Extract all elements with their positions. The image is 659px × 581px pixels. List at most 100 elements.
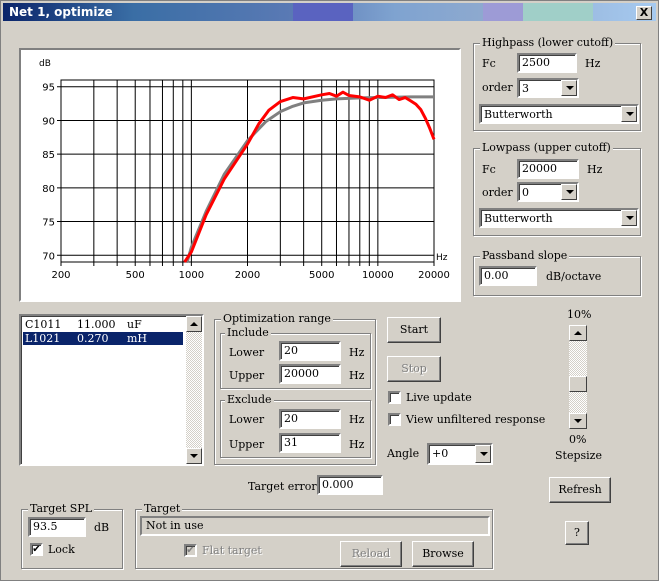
exclude-lower-input[interactable]: 20 — [279, 409, 341, 429]
live-update-label[interactable]: Live update — [406, 391, 472, 404]
frequency-response-graph: 70 75 80 85 90 95 200 500 1000 2000 5000 10000 20000… — [19, 48, 461, 302]
exclude-upper-input[interactable]: 31 — [279, 433, 341, 453]
highpass-order-select[interactable]: 3 — [517, 78, 579, 98]
y-tick-label: 70 — [42, 251, 55, 262]
passband-slope-group: Passband slope 0.00 dB/octave — [473, 249, 641, 296]
list-item[interactable]: C1011 11.000 uF — [23, 318, 183, 331]
list-scrollbar[interactable] — [186, 316, 202, 464]
component-name: C1011 — [25, 318, 62, 331]
stepsize-up-button[interactable] — [569, 325, 587, 341]
stepsize-thumb[interactable] — [569, 375, 587, 392]
stepsize-slider[interactable] — [569, 325, 587, 429]
lowpass-type-select[interactable]: Butterworth — [479, 208, 639, 228]
component-value: 11.000 — [77, 318, 116, 331]
include-upper-label: Upper — [229, 369, 265, 382]
y-tick-label: 90 — [42, 116, 55, 127]
y-tick-label: 85 — [42, 150, 55, 161]
lowpass-fc-input[interactable]: 20000 — [517, 159, 579, 179]
title-bar[interactable]: Net 1, optimize X — [3, 3, 656, 21]
optimize-window: Net 1, optimize X 70 75 80 85 90 95 200 500 1000… — [0, 0, 659, 581]
highpass-group: Highpass (lower cutoff) Fc 2500 Hz order… — [473, 36, 641, 131]
chevron-down-icon[interactable] — [475, 445, 491, 463]
close-button[interactable]: X — [636, 6, 652, 20]
stepsize-label: Stepsize — [555, 449, 602, 462]
list-item[interactable]: L1021 0.270 mH — [23, 332, 183, 345]
x-tick-label: 500 — [126, 270, 145, 281]
component-list[interactable]: C1011 11.000 uF L1021 0.270 mH — [19, 314, 204, 466]
arrow-down-icon — [190, 454, 198, 458]
checkmark-icon: ✔ — [32, 544, 41, 555]
browse-button[interactable]: Browse — [412, 541, 474, 567]
start-button[interactable]: Start — [387, 317, 441, 343]
exclude-legend: Exclude — [225, 393, 274, 406]
chevron-down-icon[interactable] — [621, 210, 637, 226]
optimization-range-group: Optimization range Include Lower 20 Hz U… — [214, 312, 376, 465]
chevron-down-icon[interactable] — [561, 184, 577, 200]
chevron-down-icon[interactable] — [561, 80, 577, 96]
x-tick-label: 200 — [51, 270, 70, 281]
exclude-upper-label: Upper — [229, 438, 265, 451]
angle-label: Angle — [387, 447, 420, 460]
x-axis-unit: Hz — [436, 253, 448, 263]
view-unfiltered-checkbox[interactable] — [388, 413, 401, 426]
lowpass-group: Lowpass (upper cutoff) Fc 20000 Hz order… — [473, 141, 641, 236]
checkmark-icon: ✔ — [186, 545, 195, 556]
highpass-fc-input[interactable]: 2500 — [517, 53, 577, 73]
angle-value: +0 — [432, 447, 449, 460]
lock-checkbox[interactable]: ✔ — [30, 543, 43, 556]
component-unit: uF — [127, 318, 142, 331]
target-spl-group: Target SPL 93.5 dB ✔ Lock — [21, 502, 123, 569]
y-tick-label: 75 — [42, 218, 55, 229]
target-error-label: Target error — [248, 480, 317, 493]
title-bar-stripe — [483, 3, 523, 21]
title-bar-stripe — [293, 3, 353, 21]
component-unit: mH — [127, 332, 148, 345]
arrow-down-icon — [574, 419, 582, 423]
help-button[interactable]: ? — [565, 521, 589, 545]
arrow-up-icon — [574, 331, 582, 335]
x-tick-label: 1000 — [179, 270, 204, 281]
include-lower-input[interactable]: 20 — [279, 341, 341, 361]
highpass-order-label: order — [482, 81, 513, 94]
refresh-button[interactable]: Refresh — [549, 477, 611, 503]
y-axis-label: dB — [39, 59, 51, 69]
lowpass-order-label: order — [482, 186, 513, 199]
passband-legend: Passband slope — [480, 249, 570, 262]
target-spl-input[interactable]: 93.5 — [28, 517, 86, 537]
exclude-group: Exclude Lower 20 Hz Upper 31 Hz — [220, 393, 371, 458]
view-unfiltered-label[interactable]: View unfiltered response — [406, 413, 545, 426]
scroll-down-button[interactable] — [186, 448, 202, 464]
flat-target-label[interactable]: Flat target — [202, 544, 262, 557]
flat-target-checkbox[interactable]: ✔ — [184, 544, 197, 557]
lowpass-order-select[interactable]: 0 — [517, 182, 579, 202]
reload-button[interactable]: Reload — [340, 541, 402, 567]
lowpass-order-value: 0 — [522, 186, 529, 199]
highpass-order-value: 3 — [522, 82, 529, 95]
passband-slope-unit: dB/octave — [546, 270, 602, 283]
x-tick-label: 10000 — [362, 270, 394, 281]
exclude-upper-unit: Hz — [349, 438, 365, 451]
title-bar-stripe — [523, 3, 593, 21]
x-tick-label: 20000 — [418, 270, 450, 281]
target-error-input[interactable]: 0.000 — [317, 475, 383, 495]
stop-button[interactable]: Stop — [387, 356, 441, 382]
lock-label[interactable]: Lock — [48, 543, 75, 556]
highpass-type-select[interactable]: Butterworth — [479, 104, 639, 124]
target-spl-unit: dB — [94, 521, 110, 534]
optimization-legend: Optimization range — [221, 312, 333, 325]
chevron-down-icon[interactable] — [621, 106, 637, 122]
include-upper-unit: Hz — [349, 369, 365, 382]
live-update-checkbox[interactable] — [388, 391, 401, 404]
highpass-type-value: Butterworth — [484, 108, 553, 121]
exclude-lower-label: Lower — [229, 413, 265, 426]
stepsize-down-button[interactable] — [569, 413, 587, 429]
stepsize-min-label: 0% — [569, 433, 587, 446]
angle-select[interactable]: +0 — [427, 443, 493, 465]
include-upper-input[interactable]: 20000 — [279, 364, 341, 384]
include-lower-label: Lower — [229, 346, 265, 359]
lowpass-legend: Lowpass (upper cutoff) — [480, 141, 613, 154]
target-status-field: Not in use — [140, 516, 490, 536]
response-chart: 70 75 80 85 90 95 200 500 1000 2000 5000 10000 20000… — [39, 59, 450, 281]
passband-slope-input[interactable]: 0.00 — [479, 266, 537, 286]
scroll-up-button[interactable] — [186, 316, 202, 332]
